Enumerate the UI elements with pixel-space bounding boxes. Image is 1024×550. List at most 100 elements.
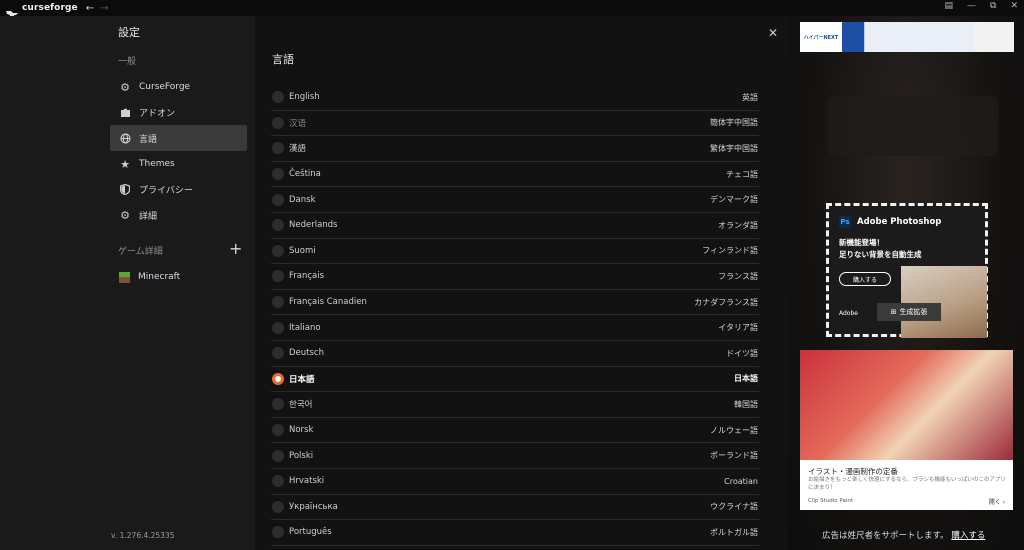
language-option[interactable]: Français フランス語	[271, 264, 759, 290]
language-option[interactable]: 한국어 韓国語	[271, 392, 759, 418]
sidebar-item-label: Themes	[139, 159, 175, 169]
sidebar-item-addons[interactable]: アドオン	[110, 99, 247, 125]
sidebar-item-details[interactable]: ⚙ 詳細	[110, 202, 247, 228]
language-native-name: 簡体字中国語	[710, 118, 758, 128]
minecraft-icon	[119, 271, 130, 283]
language-native-name: デンマーク語	[710, 195, 758, 205]
language-native-name: チェコ語	[726, 169, 758, 179]
ps-ad-title: Adobe Photoshop	[857, 217, 942, 227]
photoshop-ad[interactable]: Ps Adobe Photoshop 新機能登場！ 足りない背景を自動生成 購入…	[826, 203, 988, 338]
radio-button[interactable]	[272, 372, 284, 385]
language-option[interactable]: 日本語 日本語	[271, 367, 759, 393]
ad-footer-text: 広告は姓尺者をサポートします。	[822, 531, 949, 541]
purchase-link[interactable]: 購入する	[951, 531, 985, 541]
sidebar-item-label: 詳細	[139, 211, 158, 222]
radio-button[interactable]	[272, 296, 284, 309]
clip-studio-ad[interactable]: イラスト・漫画制作の定番 お絵描きをもっと楽しく快適にするなら、ブラシも機能もい…	[800, 350, 1013, 510]
sidebar-item-privacy[interactable]: プライバシー	[110, 176, 247, 202]
back-arrow-icon[interactable]: ←	[86, 3, 94, 14]
banner-ad[interactable]: ハイパーNEXT	[800, 22, 1014, 52]
language-option[interactable]: Norsk ノルウェー語	[271, 418, 759, 444]
language-option[interactable]: Français Canadien カナダフランス語	[271, 290, 759, 316]
globe-icon	[119, 132, 131, 144]
radio-button[interactable]	[272, 168, 284, 181]
language-option[interactable]: Italiano イタリア語	[271, 315, 759, 341]
language-native-name: 英語	[742, 92, 758, 102]
radio-button[interactable]	[272, 193, 284, 206]
language-option[interactable]: Hrvatski Croatian	[271, 469, 759, 495]
sidebar-item-label: プライバシー	[139, 185, 193, 196]
language-option[interactable]: English 英語	[271, 85, 759, 111]
radio-button[interactable]	[272, 398, 284, 411]
ps-buy-button[interactable]: 購入する	[839, 272, 891, 286]
banner-image	[864, 22, 974, 52]
language-option[interactable]: 漢語 繁体字中国語	[271, 136, 759, 162]
language-option[interactable]: Polski ポーランド語	[271, 443, 759, 469]
ps-ad-line1: 新機能登場！	[839, 238, 884, 247]
language-option[interactable]: Nederlands オランダ語	[271, 213, 759, 239]
language-name: Deutsch	[289, 348, 324, 359]
banner-brand: ハイパーNEXT	[800, 22, 842, 52]
language-name: Čeština	[289, 169, 321, 180]
language-name: Italiano	[289, 322, 321, 333]
csp-ad-description: お絵描きをもっと楽しく快適にするなら、ブラシも機能もいっぱいのこのアプリに決まり…	[808, 477, 1006, 491]
forward-arrow-icon[interactable]: →	[100, 3, 108, 14]
radio-button[interactable]	[272, 321, 284, 334]
radio-button[interactable]	[272, 116, 284, 129]
language-name: 漢語	[289, 144, 307, 155]
language-native-name: ウクライナ語	[710, 502, 758, 512]
radio-button[interactable]	[272, 219, 284, 232]
add-game-button[interactable]: +	[229, 241, 242, 257]
language-native-name: オランダ語	[718, 220, 758, 230]
ps-ad-photo	[901, 266, 987, 338]
language-option[interactable]: Deutsch ドイツ語	[271, 341, 759, 367]
radio-button[interactable]	[272, 244, 284, 257]
maximize-icon[interactable]: ⧉	[990, 1, 996, 11]
close-icon[interactable]: ✕	[768, 26, 778, 40]
radio-button[interactable]	[272, 142, 284, 155]
photoshop-logo-icon: Ps	[839, 216, 851, 228]
window-controls: ▤ — ⧉ ✕	[945, 1, 1019, 11]
sidebar-item-themes[interactable]: ★ Themes	[110, 151, 247, 177]
language-option[interactable]: Suomi フィンランド語	[271, 239, 759, 265]
radio-button[interactable]	[272, 449, 284, 462]
language-name: 汉语	[289, 118, 307, 129]
language-option[interactable]: 汉语 簡体字中国語	[271, 111, 759, 137]
puzzle-icon	[119, 106, 131, 118]
radio-button[interactable]	[272, 347, 284, 360]
background-anvil-image	[828, 96, 998, 156]
radio-button[interactable]	[272, 500, 284, 513]
sidebar-item-language[interactable]: 言語	[110, 125, 247, 151]
radio-button[interactable]	[272, 91, 284, 104]
sidebar-item-label: アドオン	[139, 108, 176, 119]
language-name: Nederlands	[289, 220, 338, 231]
language-native-name: ポルトガル語	[710, 527, 758, 537]
ps-ad-copy: 新機能登場！ 足りない背景を自動生成	[839, 237, 922, 261]
language-option[interactable]: Українська ウクライナ語	[271, 495, 759, 521]
sidebar-item-minecraft[interactable]: Minecraft	[110, 264, 247, 290]
layout-icon[interactable]: ▤	[945, 1, 954, 11]
radio-button[interactable]	[272, 424, 284, 437]
csp-open-link[interactable]: 開く ›	[989, 497, 1005, 506]
radio-button[interactable]	[272, 526, 284, 539]
gear-icon: ⚙	[120, 80, 130, 94]
close-window-icon[interactable]: ✕	[1010, 1, 1018, 11]
language-name: Suomi	[289, 245, 316, 256]
language-name: 日本語	[289, 374, 315, 385]
language-option[interactable]: Čeština チェコ語	[271, 162, 759, 188]
minimize-icon[interactable]: —	[967, 1, 976, 11]
csp-ad-brand: Clip Studio Paint	[808, 498, 854, 504]
app-logo: curseforge	[6, 3, 78, 18]
radio-button[interactable]	[272, 475, 284, 488]
language-option[interactable]: Português ポルトガル語	[271, 520, 759, 546]
app-name: curseforge	[22, 3, 78, 13]
language-native-name: 繁体字中国語	[710, 143, 758, 153]
section-games-label: ゲーム詳細	[118, 247, 163, 257]
ps-ad-line2: 足りない背景を自動生成	[839, 250, 922, 259]
settings-sidebar: 設定 一般 ⚙ CurseForge アドオン 言語 ★ Themes プライバ…	[0, 16, 255, 550]
language-panel: 言語 ✕ English 英語 汉语 簡体字中国語 漢語 繁体字中国語 Čeština チェコ…	[255, 16, 791, 550]
radio-button[interactable]	[272, 270, 284, 283]
title-bar: curseforge ← → ▤ — ⧉ ✕	[0, 0, 1024, 18]
sidebar-item-curseforge[interactable]: ⚙ CurseForge	[110, 74, 247, 100]
language-option[interactable]: Dansk デンマーク語	[271, 187, 759, 213]
